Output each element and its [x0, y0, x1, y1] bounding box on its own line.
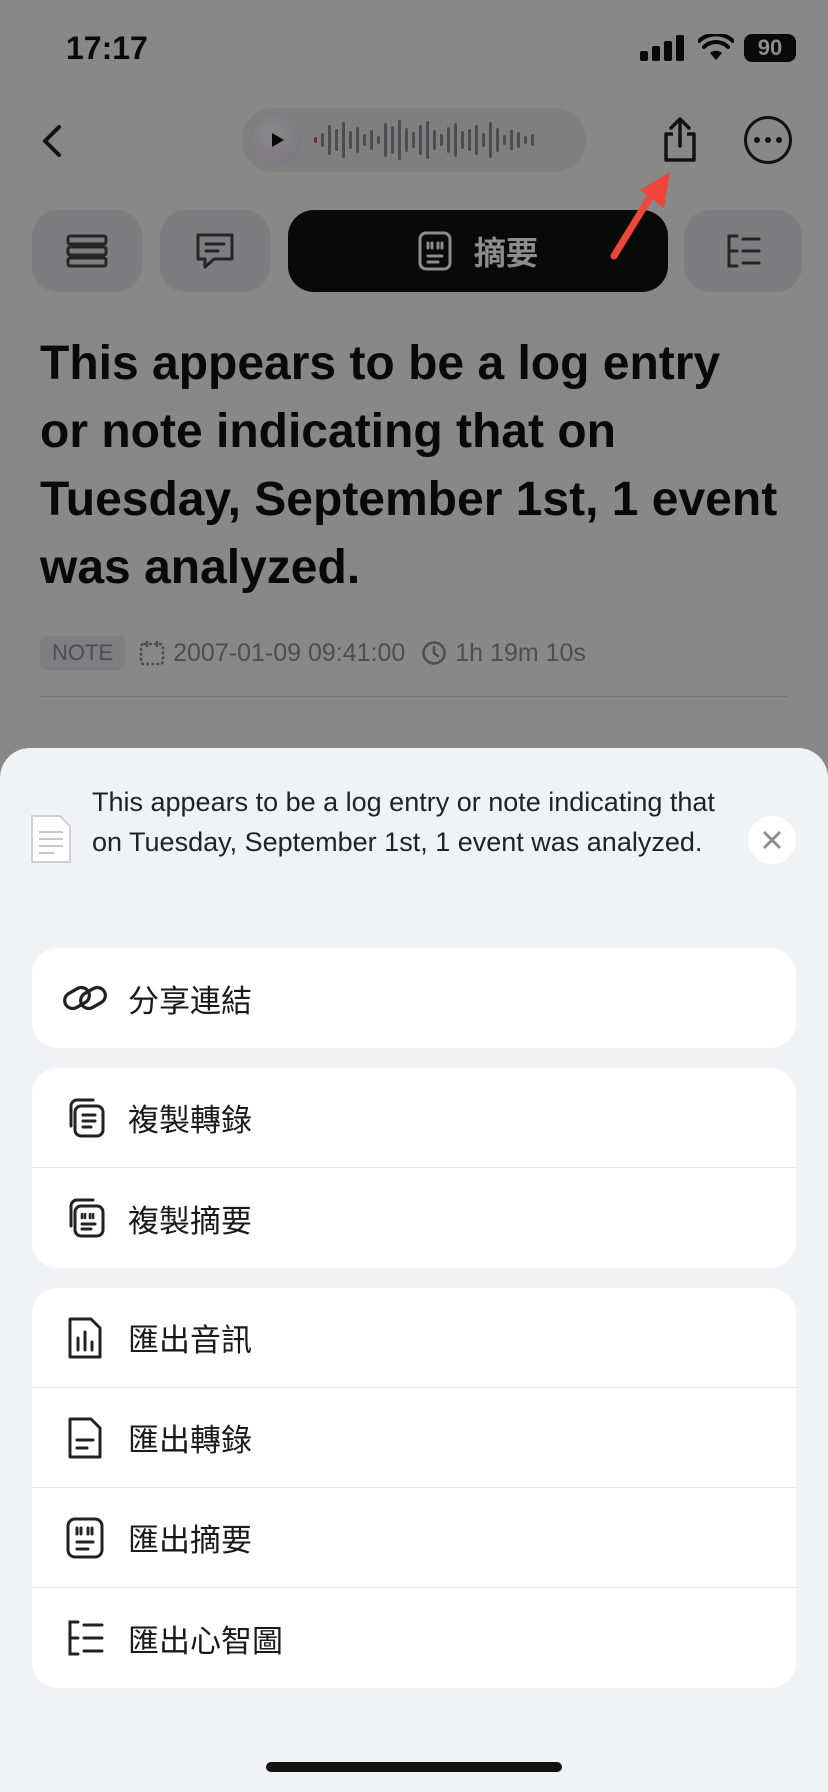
copy-summary-icon [60, 1193, 110, 1243]
copy-group: 複製轉錄 複製摘要 [32, 1068, 796, 1268]
export-summary-option[interactable]: 匯出摘要 [32, 1488, 796, 1588]
share-sheet: This appears to be a log entry or note i… [0, 748, 828, 1792]
export-mindmap-icon [60, 1613, 110, 1663]
copy-summary-option[interactable]: 複製摘要 [32, 1168, 796, 1268]
share-sheet-title: This appears to be a log entry or note i… [92, 787, 715, 857]
document-icon [31, 815, 71, 863]
export-transcript-label: 匯出轉錄 [128, 1423, 252, 1458]
export-mindmap-option[interactable]: 匯出心智圖 [32, 1588, 796, 1688]
link-icon [60, 973, 110, 1023]
export-group: 匯出音訊 匯出轉錄 匯出摘要 匯出心智圖 [32, 1288, 796, 1688]
copy-summary-label: 複製摘要 [128, 1203, 252, 1239]
share-group: 分享連結 [32, 948, 796, 1048]
export-mindmap-label: 匯出心智圖 [128, 1623, 283, 1659]
share-sheet-header: This appears to be a log entry or note i… [0, 748, 828, 928]
export-audio-option[interactable]: 匯出音訊 [32, 1288, 796, 1388]
export-summary-label: 匯出摘要 [128, 1523, 252, 1558]
export-transcript-icon [60, 1413, 110, 1463]
home-indicator [266, 1762, 562, 1772]
close-button[interactable] [748, 816, 796, 864]
share-link-option[interactable]: 分享連結 [32, 948, 796, 1048]
export-audio-label: 匯出音訊 [128, 1323, 252, 1358]
export-audio-icon [60, 1313, 110, 1363]
copy-transcript-icon [60, 1093, 110, 1143]
annotation-arrow [610, 172, 670, 260]
copy-transcript-option[interactable]: 複製轉錄 [32, 1068, 796, 1168]
export-summary-icon [60, 1513, 110, 1563]
share-link-label: 分享連結 [128, 983, 252, 1019]
close-icon [763, 831, 781, 849]
export-transcript-option[interactable]: 匯出轉錄 [32, 1388, 796, 1488]
copy-transcript-label: 複製轉錄 [128, 1103, 252, 1138]
